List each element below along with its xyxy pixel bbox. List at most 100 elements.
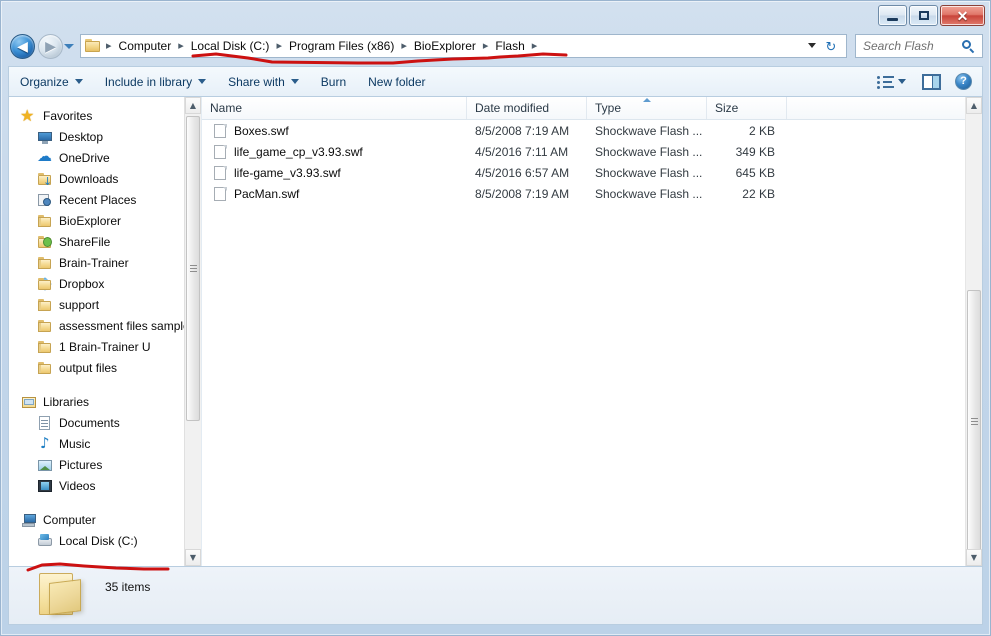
maximize-button[interactable] bbox=[909, 5, 938, 26]
sidebar-item-label: assessment files sample bbox=[59, 318, 190, 333]
sidebar-item-desktop[interactable]: Desktop bbox=[9, 126, 189, 147]
toolbar-new-folder-button[interactable]: New folder bbox=[357, 71, 436, 93]
sidebar-divider bbox=[9, 496, 189, 509]
sidebar-item-local-disk-c[interactable]: Local Disk (C:) bbox=[9, 530, 189, 551]
table-row[interactable]: life_game_cp_v3.93.swf 4/5/2016 7:11 AM … bbox=[202, 141, 965, 162]
file-date-modified: 4/5/2016 6:57 AM bbox=[475, 165, 570, 180]
file-date-modified: 8/5/2008 7:19 AM bbox=[475, 123, 570, 138]
sidebar-item-label: BioExplorer bbox=[59, 213, 122, 228]
column-header-type[interactable]: Type bbox=[587, 97, 707, 119]
scroll-up-icon[interactable]: ▲ bbox=[185, 97, 201, 114]
address-history-dropdown-icon[interactable] bbox=[808, 43, 816, 48]
sidebar-item-1-brain-trainer-u[interactable]: 1 Brain-Trainer U bbox=[9, 336, 189, 357]
pictures-icon bbox=[37, 457, 53, 473]
sidebar-item-music[interactable]: Music bbox=[9, 433, 189, 454]
forward-arrow-icon: ▶ bbox=[45, 38, 56, 55]
recent-pages-dropdown-icon[interactable] bbox=[64, 44, 74, 49]
toolbar-item-label: Organize bbox=[20, 74, 69, 89]
help-icon[interactable]: ? bbox=[955, 73, 972, 90]
chevron-down-icon bbox=[74, 79, 83, 84]
scroll-down-icon[interactable]: ▼ bbox=[966, 549, 982, 566]
sidebar-group-favorites[interactable]: Favorites bbox=[9, 105, 189, 126]
column-header-size[interactable]: Size bbox=[707, 97, 787, 119]
sidebar-item-label: Music bbox=[59, 436, 91, 451]
sidebar-item-documents[interactable]: Documents bbox=[9, 412, 189, 433]
breadcrumb-item-local-disk[interactable]: Local Disk (C:) bbox=[189, 38, 272, 54]
breadcrumb-item-program-files[interactable]: Program Files (x86) bbox=[287, 38, 396, 54]
libraries-icon bbox=[21, 394, 37, 410]
sidebar-item-label: output files bbox=[59, 360, 118, 375]
preview-pane-icon[interactable] bbox=[922, 73, 941, 90]
sidebar-item-label: OneDrive bbox=[59, 150, 110, 165]
sidebar-item-dropbox[interactable]: Dropbox bbox=[9, 273, 189, 294]
file-icon bbox=[214, 165, 227, 181]
sidebar-item-output-files[interactable]: output files bbox=[9, 357, 189, 378]
scrollbar-thumb[interactable] bbox=[967, 290, 981, 554]
toolbar-organize-button[interactable]: Organize bbox=[9, 71, 94, 93]
sidebar-item-label: Videos bbox=[59, 478, 96, 493]
item-count-label: 35 items bbox=[105, 580, 151, 594]
scroll-down-icon[interactable]: ▼ bbox=[185, 549, 201, 566]
file-type: Shockwave Flash ... bbox=[595, 186, 703, 201]
sidebar-item-sharefile[interactable]: ShareFile bbox=[9, 231, 189, 252]
address-bar-row: ◀ ▶ ▸ Computer ▸ Local Disk (C:) ▸ Progr… bbox=[0, 30, 991, 63]
status-bar: 35 items bbox=[8, 567, 983, 625]
sidebar-item-brain-trainer[interactable]: Brain-Trainer bbox=[9, 252, 189, 273]
toolbar-burn-button[interactable]: Burn bbox=[310, 71, 357, 93]
close-icon: ✕ bbox=[956, 7, 969, 24]
sidebar-item-onedrive[interactable]: OneDrive bbox=[9, 147, 189, 168]
breadcrumb-separator-icon: ▸ bbox=[178, 39, 184, 52]
search-input[interactable]: Search Flash bbox=[855, 34, 983, 58]
scrollbar-grip-icon bbox=[971, 418, 978, 426]
file-list-pane: Name Date modified Type Size Boxes.swf 8… bbox=[202, 97, 982, 566]
toolbar-share-with-button[interactable]: Share with bbox=[217, 71, 310, 93]
forward-button[interactable]: ▶ bbox=[38, 34, 63, 59]
sidebar-item-assessment-files-sample[interactable]: assessment files sample bbox=[9, 315, 190, 336]
back-arrow-icon: ◀ bbox=[17, 38, 28, 55]
view-dropdown-icon[interactable] bbox=[898, 79, 906, 84]
scrollbar-thumb[interactable] bbox=[186, 116, 200, 421]
table-row[interactable]: PacMan.swf 8/5/2008 7:19 AM Shockwave Fl… bbox=[202, 183, 965, 204]
chevron-down-icon bbox=[198, 79, 207, 84]
back-button[interactable]: ◀ bbox=[10, 34, 35, 59]
file-name: life-game_v3.93.swf bbox=[234, 165, 341, 180]
sidebar-item-label: ShareFile bbox=[59, 234, 111, 249]
breadcrumb-item-bioexplorer[interactable]: BioExplorer bbox=[412, 38, 478, 54]
table-row[interactable]: Boxes.swf 8/5/2008 7:19 AM Shockwave Fla… bbox=[202, 120, 965, 141]
toolbar-item-label: Include in library bbox=[104, 74, 193, 89]
address-bar[interactable]: ▸ Computer ▸ Local Disk (C:) ▸ Program F… bbox=[80, 34, 847, 58]
refresh-icon[interactable]: ↻ bbox=[820, 37, 842, 57]
explorer-content: Favorites Desktop OneDrive ↓ Downlo bbox=[8, 96, 983, 567]
toolbar-include-in-library-button[interactable]: Include in library bbox=[94, 71, 217, 93]
change-view-icon[interactable] bbox=[877, 75, 894, 89]
toolbar-right-group: ? bbox=[877, 73, 982, 90]
column-header-label: Size bbox=[715, 101, 739, 115]
drive-icon bbox=[37, 533, 53, 549]
column-header-date-modified[interactable]: Date modified bbox=[467, 97, 587, 119]
sidebar-item-bioexplorer[interactable]: BioExplorer bbox=[9, 210, 189, 231]
toolbar-item-label: Share with bbox=[228, 74, 285, 89]
table-row[interactable]: life-game_v3.93.swf 4/5/2016 6:57 AM Sho… bbox=[202, 162, 965, 183]
sidebar-group-libraries[interactable]: Libraries bbox=[9, 391, 189, 412]
sidebar-item-support[interactable]: support bbox=[9, 294, 189, 315]
videos-icon bbox=[37, 478, 53, 494]
sidebar-group-computer[interactable]: Computer bbox=[9, 509, 189, 530]
breadcrumb-item-flash[interactable]: Flash bbox=[493, 38, 526, 54]
close-button[interactable]: ✕ bbox=[940, 5, 985, 26]
column-header-row: Name Date modified Type Size bbox=[202, 97, 982, 120]
navigation-pane-scrollbar[interactable]: ▲ ▼ bbox=[184, 97, 201, 566]
breadcrumb-item-computer[interactable]: Computer bbox=[117, 38, 174, 54]
sidebar-item-videos[interactable]: Videos bbox=[9, 475, 189, 496]
scroll-up-icon[interactable]: ▲ bbox=[966, 97, 982, 114]
breadcrumb-separator-icon: ▸ bbox=[276, 39, 282, 52]
sidebar-item-label: Documents bbox=[59, 415, 120, 430]
column-header-name[interactable]: Name bbox=[202, 97, 467, 119]
minimize-button[interactable] bbox=[878, 5, 907, 26]
file-type: Shockwave Flash ... bbox=[595, 165, 703, 180]
star-icon bbox=[20, 106, 37, 125]
sidebar-item-pictures[interactable]: Pictures bbox=[9, 454, 189, 475]
file-list-scrollbar[interactable]: ▲ ▼ bbox=[965, 97, 982, 566]
sidebar-item-recent-places[interactable]: Recent Places bbox=[9, 189, 189, 210]
sidebar-item-downloads[interactable]: ↓ Downloads bbox=[9, 168, 189, 189]
caption-button-group: ✕ bbox=[878, 5, 985, 26]
